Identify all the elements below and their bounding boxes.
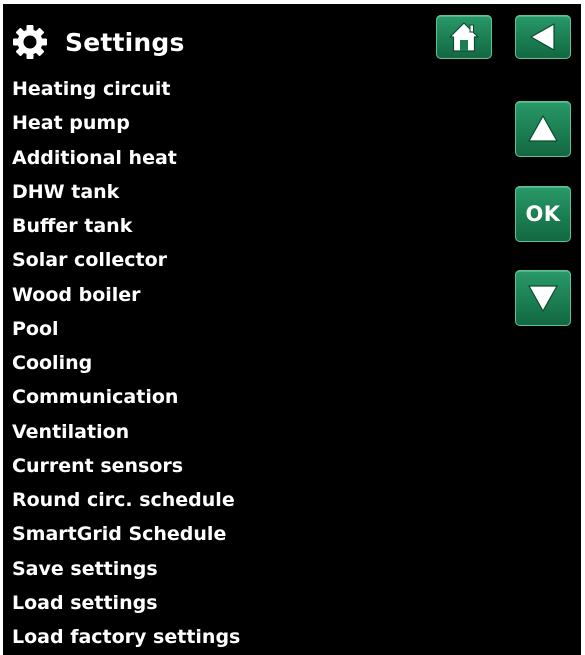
menu-item-smartgrid-schedule[interactable]: SmartGrid Schedule [3, 517, 503, 551]
settings-menu: Heating circuit Heat pump Additional hea… [3, 72, 503, 654]
menu-item-dhw-tank[interactable]: DHW tank [3, 175, 503, 209]
menu-item-load-factory-settings[interactable]: Load factory settings [3, 620, 503, 654]
menu-item-communication[interactable]: Communication [3, 380, 503, 414]
gear-icon [13, 25, 47, 59]
menu-item-pool[interactable]: Pool [3, 312, 503, 346]
menu-item-load-settings[interactable]: Load settings [3, 586, 503, 620]
scroll-down-button[interactable] [515, 270, 571, 326]
menu-item-buffer-tank[interactable]: Buffer tank [3, 209, 503, 243]
menu-item-heating-circuit[interactable]: Heating circuit [3, 72, 503, 106]
back-button[interactable] [515, 15, 571, 59]
arrow-down-icon [528, 285, 558, 312]
scroll-up-button[interactable] [515, 101, 571, 157]
arrow-up-icon [528, 115, 558, 142]
menu-item-solar-collector[interactable]: Solar collector [3, 243, 503, 277]
menu-item-round-circ-schedule[interactable]: Round circ. schedule [3, 483, 503, 517]
menu-item-wood-boiler[interactable]: Wood boiler [3, 278, 503, 312]
menu-item-heat-pump[interactable]: Heat pump [3, 106, 503, 140]
menu-item-additional-heat[interactable]: Additional heat [3, 141, 503, 175]
home-button[interactable] [436, 15, 492, 59]
menu-item-cooling[interactable]: Cooling [3, 346, 503, 380]
ok-button[interactable]: OK [515, 186, 571, 242]
menu-item-ventilation[interactable]: Ventilation [3, 415, 503, 449]
header: Settings [3, 4, 581, 74]
home-icon [449, 22, 479, 52]
ok-label: OK [525, 202, 561, 226]
menu-item-current-sensors[interactable]: Current sensors [3, 449, 503, 483]
settings-screen: Settings OK Heating circuit Heat pump Ad… [3, 4, 581, 655]
menu-item-save-settings[interactable]: Save settings [3, 552, 503, 586]
back-arrow-icon [530, 23, 555, 51]
page-title: Settings [65, 28, 185, 57]
